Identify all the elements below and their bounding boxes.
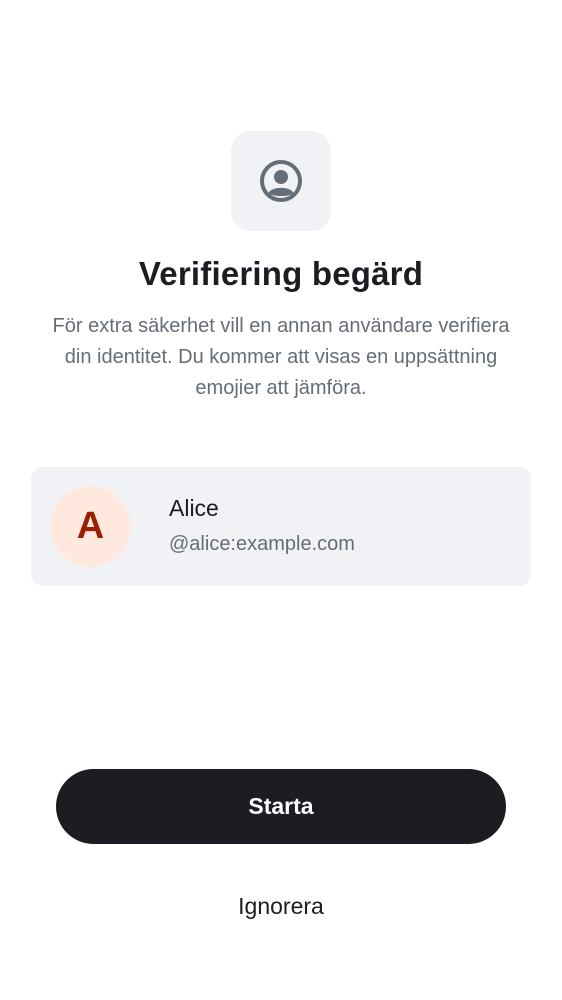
- avatar: A: [50, 486, 131, 567]
- verification-request-screen: Verifiering begärd För extra säkerhet vi…: [0, 0, 562, 1000]
- ignore-button[interactable]: Ignorera: [181, 880, 381, 932]
- user-card: A Alice @alice:example.com: [31, 467, 531, 586]
- page-description: För extra säkerhet vill en annan använda…: [52, 315, 510, 399]
- start-button[interactable]: Starta: [56, 769, 506, 844]
- hero-icon-container: [231, 131, 331, 231]
- page-title: Verifiering begärd: [138, 255, 424, 292]
- user-profile-icon: [260, 160, 302, 202]
- user-id: @alice:example.com: [169, 533, 355, 555]
- user-display-name: Alice: [169, 495, 219, 521]
